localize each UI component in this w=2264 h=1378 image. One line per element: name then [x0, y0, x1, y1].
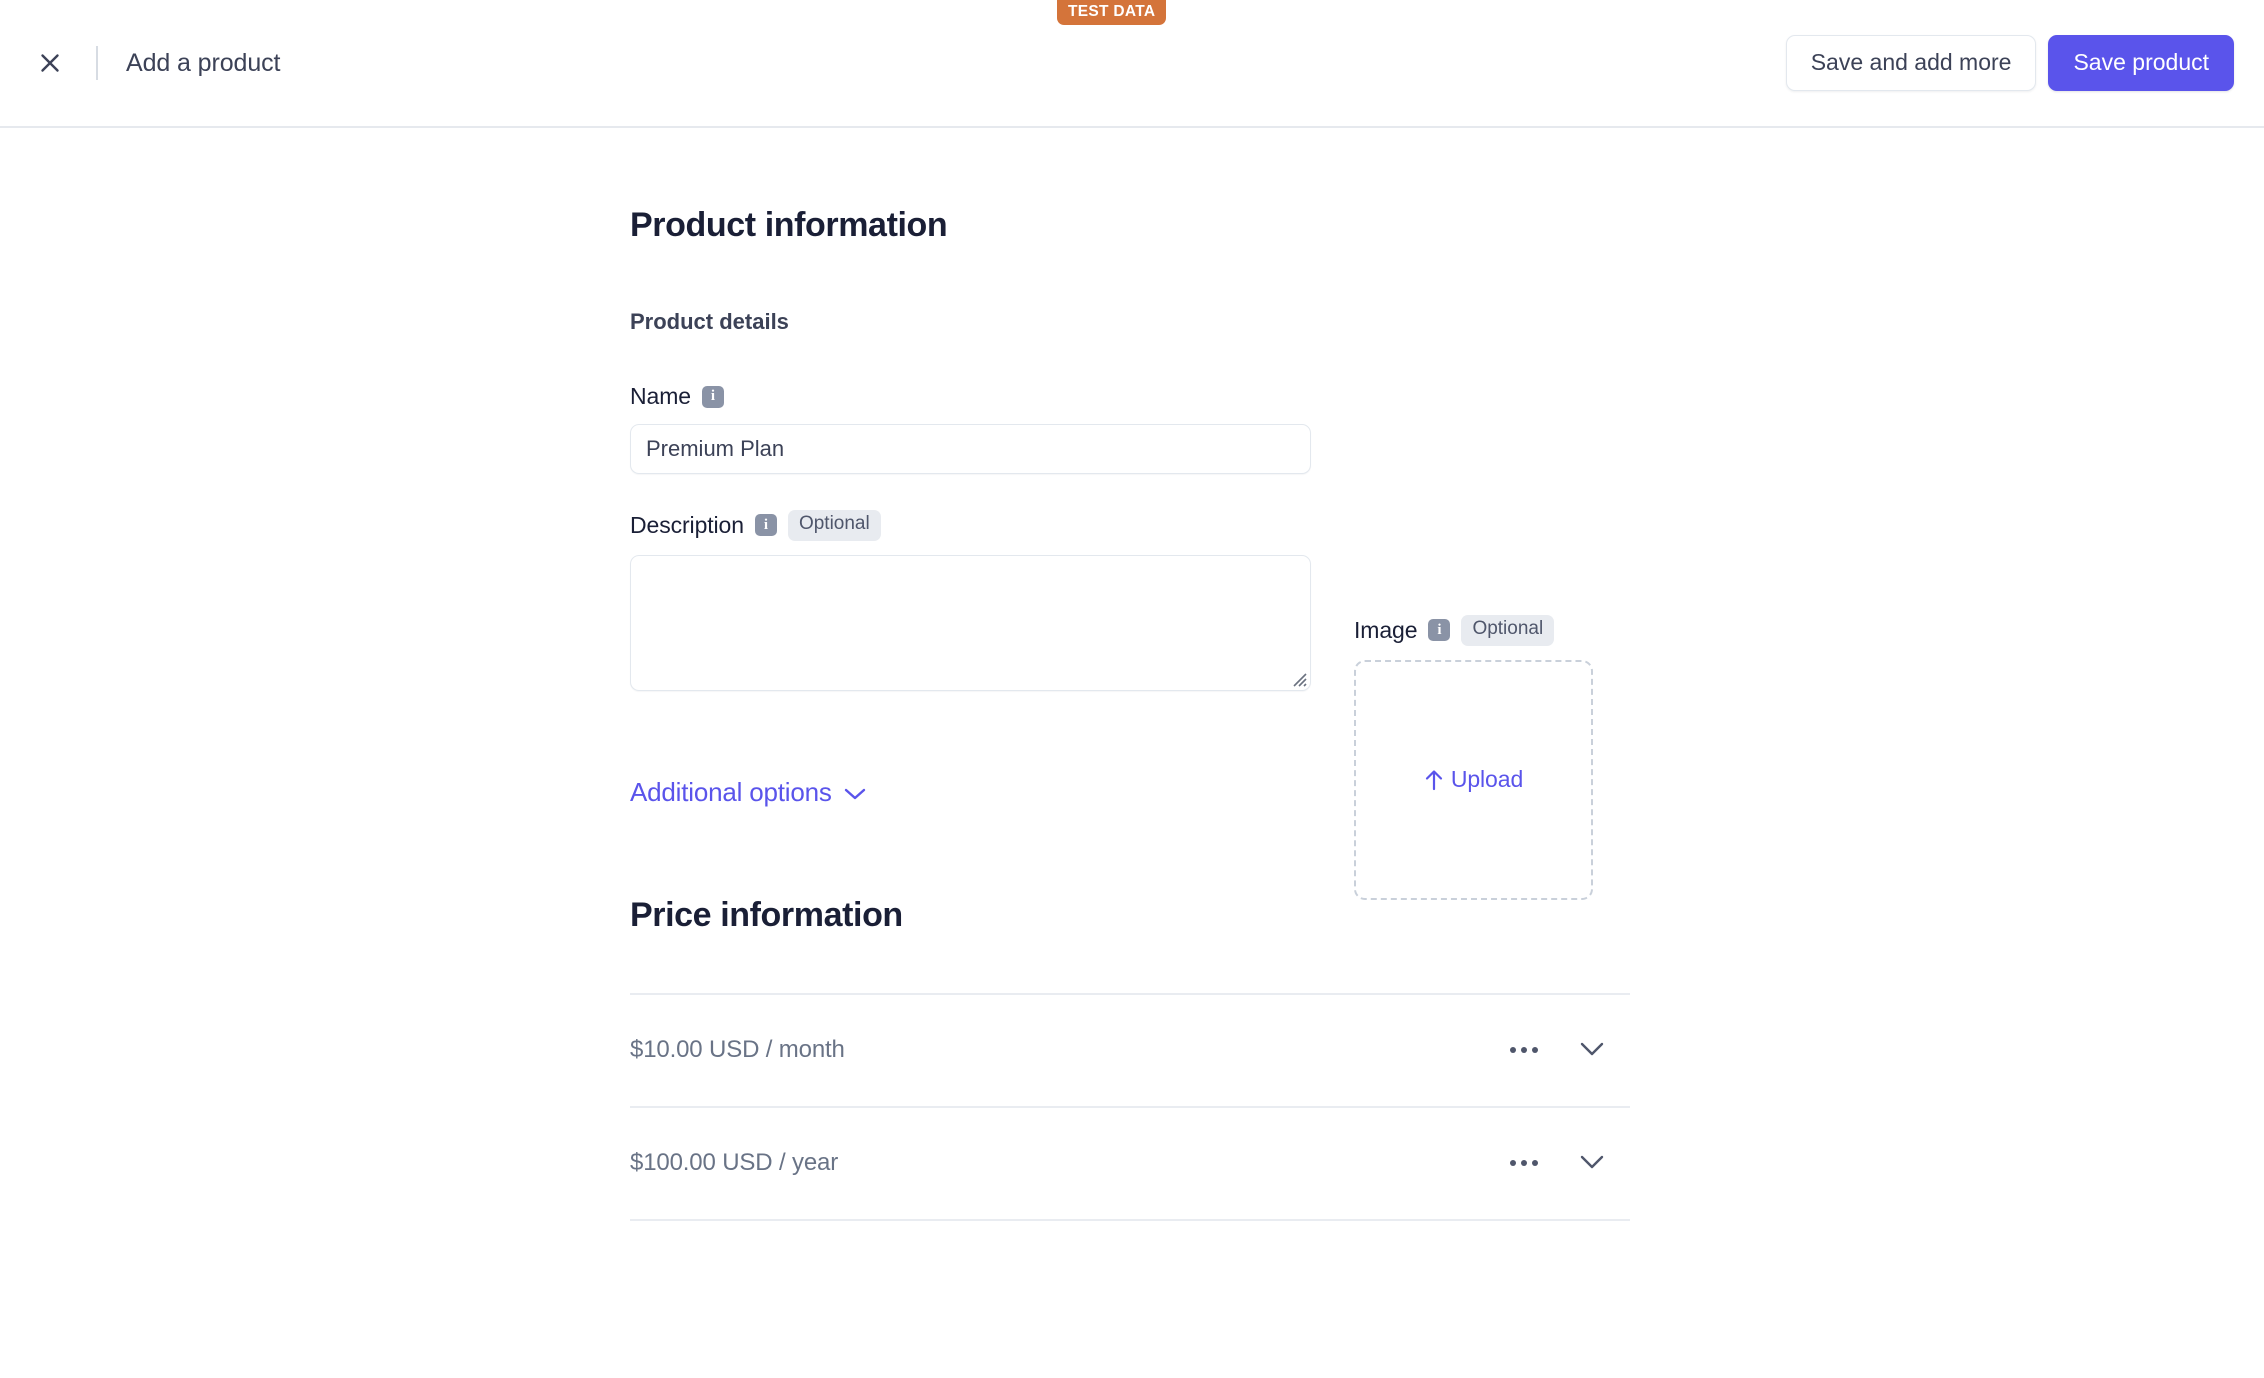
- save-and-add-more-button[interactable]: Save and add more: [1785, 34, 2037, 92]
- save-product-button[interactable]: Save product: [2048, 34, 2234, 92]
- price-information-heading: Price information: [630, 895, 903, 934]
- product-information-heading: Product information: [630, 206, 948, 244]
- page-title: Add a product: [126, 48, 281, 77]
- description-textarea[interactable]: [630, 554, 1311, 691]
- chevron-down-icon: [1579, 1154, 1605, 1173]
- test-data-badge: TEST DATA: [1057, 0, 1167, 26]
- price-label: $10.00 USD / month: [630, 1036, 845, 1064]
- upload-label: Upload: [1450, 766, 1524, 793]
- image-label-row: Image i Optional: [1354, 615, 1593, 646]
- close-button[interactable]: [28, 41, 72, 85]
- info-icon-glyph: i: [763, 516, 769, 533]
- header-left-group: Add a product: [28, 41, 280, 85]
- name-input[interactable]: [630, 424, 1311, 474]
- resize-handle-icon[interactable]: [1289, 669, 1307, 687]
- chevron-down-icon: [844, 777, 866, 808]
- info-icon-glyph: i: [1437, 621, 1442, 638]
- additional-options-toggle[interactable]: Additional options: [630, 777, 866, 808]
- chevron-down-icon: [1579, 1041, 1605, 1060]
- page-content: Product information Product details Name…: [0, 206, 2264, 1221]
- info-icon[interactable]: i: [754, 514, 777, 537]
- price-expand-button[interactable]: [1570, 1141, 1614, 1185]
- name-field-group: Name i: [630, 383, 1630, 474]
- price-expand-button[interactable]: [1570, 1028, 1614, 1072]
- price-overflow-menu-button[interactable]: [1502, 1141, 1546, 1185]
- name-label: Name: [630, 383, 691, 409]
- product-details-heading: Product details: [630, 309, 789, 334]
- optional-badge: Optional: [787, 510, 881, 541]
- ellipsis-icon: [1510, 1047, 1538, 1054]
- price-row-actions: [1502, 1141, 1630, 1185]
- ellipsis-icon: [1510, 1160, 1538, 1167]
- name-label-row: Name i: [630, 383, 1630, 410]
- description-label: Description: [630, 511, 744, 538]
- description-label-row: Description i Optional: [630, 510, 1630, 541]
- header-actions: Save and add more Save product: [1785, 34, 2234, 92]
- price-list: $10.00 USD / month $100.00 USD / year: [630, 992, 1630, 1221]
- upload-arrow-icon: [1424, 769, 1444, 791]
- info-icon[interactable]: i: [701, 385, 724, 408]
- price-label: $100.00 USD / year: [630, 1149, 839, 1177]
- info-icon[interactable]: i: [1428, 619, 1451, 642]
- close-icon: [37, 50, 63, 76]
- price-row[interactable]: $10.00 USD / month: [630, 995, 1630, 1108]
- header-divider: [96, 46, 98, 80]
- image-field-group: Image i Optional Upload: [1354, 615, 1593, 900]
- image-label: Image: [1354, 616, 1418, 643]
- image-upload-dropzone[interactable]: Upload: [1354, 659, 1593, 900]
- description-textarea-wrap: [630, 554, 1311, 691]
- optional-badge: Optional: [1461, 615, 1555, 646]
- price-row[interactable]: $100.00 USD / year: [630, 1108, 1630, 1221]
- price-row-actions: [1502, 1028, 1630, 1072]
- info-icon-glyph: i: [710, 388, 716, 404]
- price-overflow-menu-button[interactable]: [1502, 1028, 1546, 1072]
- additional-options-label: Additional options: [630, 776, 832, 807]
